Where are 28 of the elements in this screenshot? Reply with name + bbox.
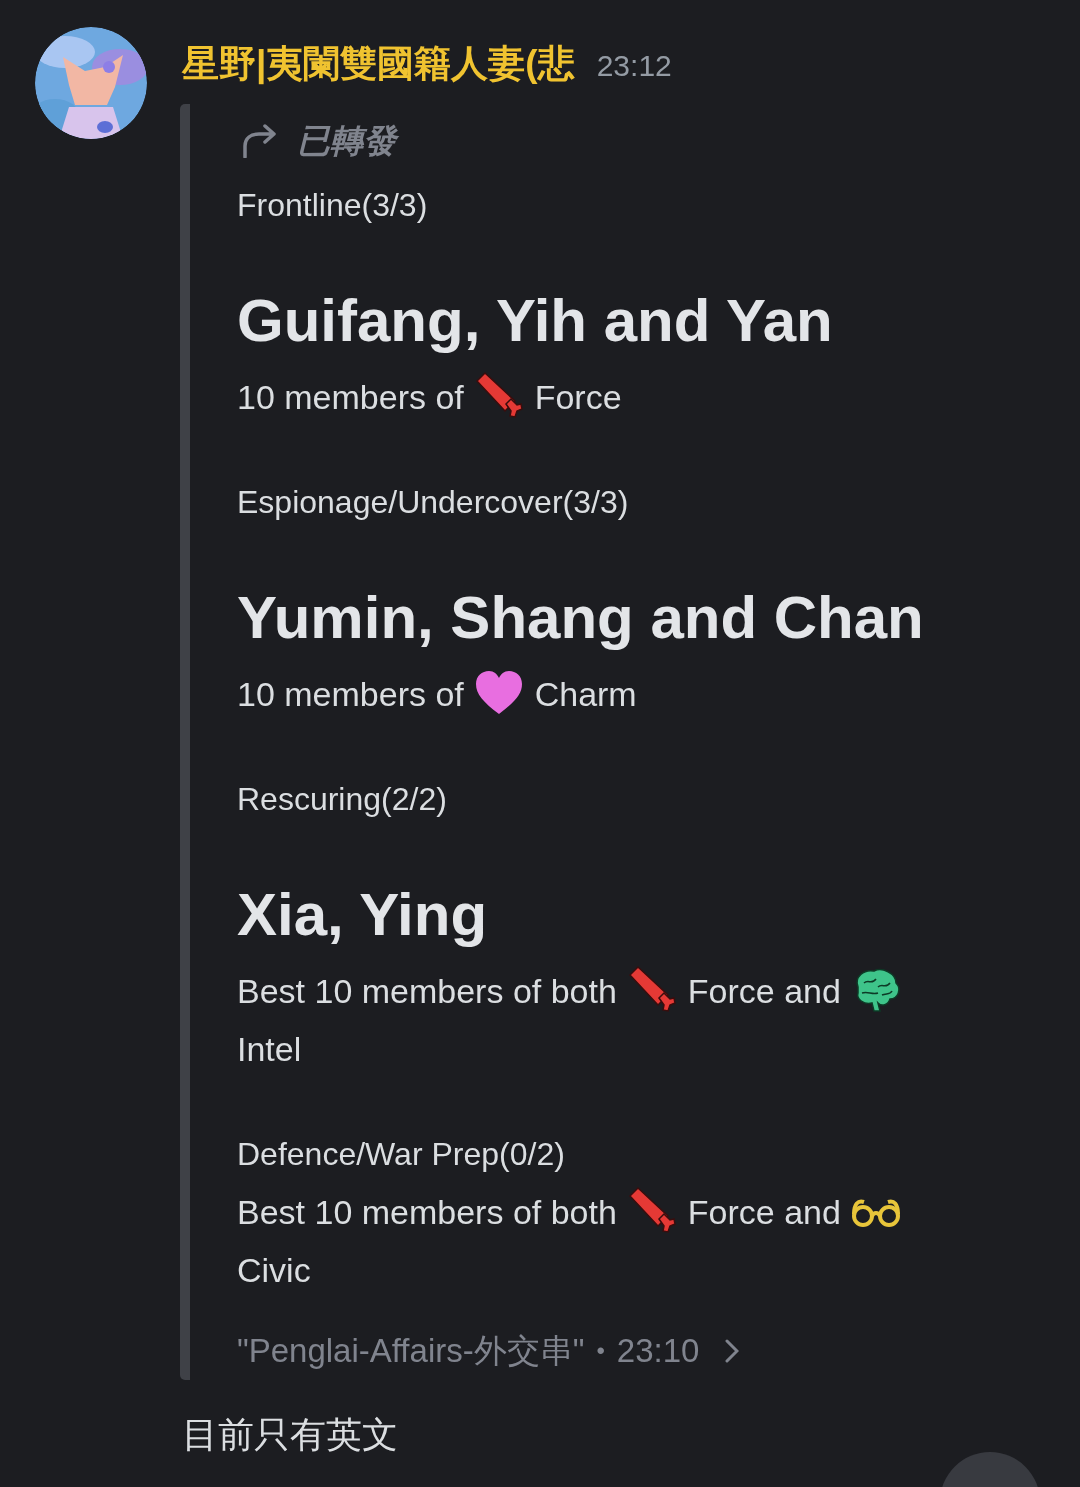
section-heading: Guifang, Yih and Yan (237, 286, 834, 356)
section-title: Frontline(3/3) (237, 186, 429, 225)
description-text: Best 10 members of both (237, 1193, 617, 1231)
chevron-right-icon[interactable] (725, 1339, 740, 1363)
description-text: 10 members of (237, 378, 464, 416)
description-text: Force and (687, 1193, 841, 1231)
description-text: Best 10 members of both (237, 972, 617, 1010)
sword-icon (626, 965, 679, 1015)
section-heading: Yumin, Shang and Chan (237, 583, 925, 653)
description-text: Force and (687, 972, 841, 1010)
message-text: 目前只有英文 (182, 1413, 398, 1457)
section-title: Rescuring(2/2) (237, 780, 448, 819)
description-text: Charm (534, 675, 637, 713)
section-title: Defence/War Prep(0/2) (237, 1135, 566, 1174)
separator-dot: • (596, 1337, 605, 1365)
description-text: 10 members of (237, 675, 464, 713)
section-heading: Xia, Ying (237, 880, 489, 950)
forward-icon (241, 124, 279, 158)
forwarded-time: 23:10 (616, 1332, 700, 1370)
author-name[interactable]: 星野|夷闌雙國籍人妻(悲 (182, 26, 575, 102)
description-text: Civic (237, 1251, 311, 1289)
timestamp: 23:12 (596, 49, 672, 83)
source-channel-link[interactable]: "Penglai-Affairs-外交串" (237, 1328, 585, 1374)
sword-icon (626, 1186, 679, 1236)
description-text: Intel (237, 1030, 302, 1068)
sword-icon (473, 371, 526, 421)
description-text: Force (534, 378, 622, 416)
section-title: Espionage/Undercover(3/3) (237, 483, 630, 522)
